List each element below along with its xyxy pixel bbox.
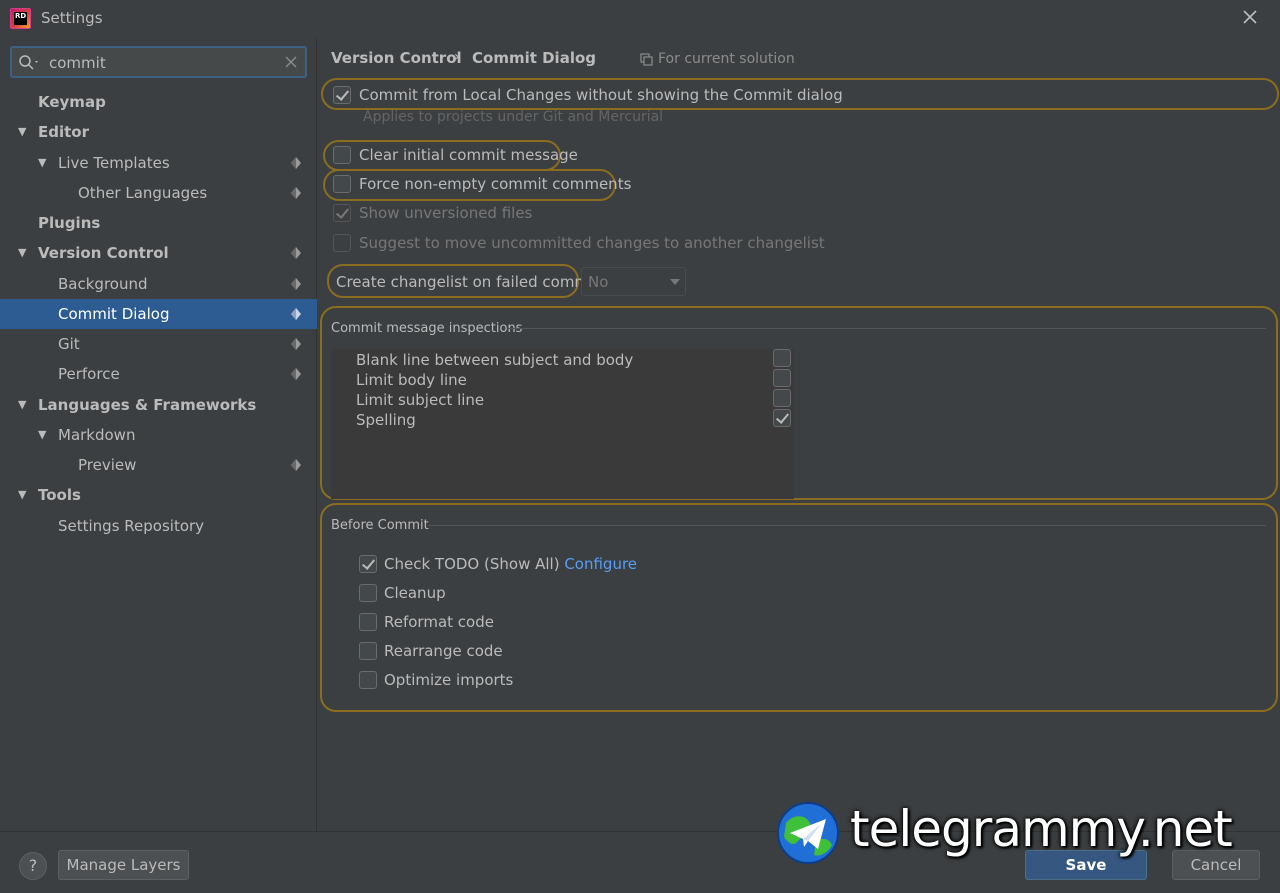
commit-local-changes-checkbox[interactable] — [333, 86, 351, 104]
cleanup-label[interactable]: Cleanup — [384, 584, 446, 602]
scope-label: For current solution — [640, 51, 795, 67]
expand-arrow-icon[interactable]: ▼ — [18, 489, 30, 501]
commit-local-changes-label[interactable]: Commit from Local Changes without showin… — [359, 86, 843, 104]
tree-item-live-templates[interactable]: ▼ Live Templates — [0, 148, 317, 178]
project-level-icon — [291, 338, 301, 350]
expand-arrow-icon[interactable]: ▼ — [38, 157, 50, 169]
configure-link[interactable]: Configure — [564, 555, 637, 573]
rearrange-code-checkbox[interactable] — [359, 642, 377, 660]
list-item[interactable]: Blank line between subject and body — [356, 351, 633, 369]
title-bar: RD Settings — [0, 0, 1280, 38]
watermark: telegrammy.net — [776, 800, 1276, 866]
clear-search-icon[interactable] — [283, 54, 299, 70]
group-divider — [508, 328, 1266, 329]
manage-layers-button[interactable]: Manage Layers — [58, 850, 189, 880]
force-nonempty-comments-label[interactable]: Force non-empty commit comments — [359, 175, 631, 193]
tree-item-settings-repository[interactable]: Settings Repository — [0, 511, 317, 541]
suggest-move-label[interactable]: Suggest to move uncommitted changes to a… — [359, 234, 825, 252]
tree-item-markdown[interactable]: ▼ Markdown — [0, 420, 317, 450]
expand-arrow-icon[interactable]: ▼ — [38, 429, 50, 441]
tree-item-other-languages[interactable]: Other Languages — [0, 178, 317, 208]
expand-arrow-icon[interactable]: ▼ — [18, 247, 30, 259]
before-commit-group-title: Before Commit — [331, 518, 429, 533]
inspections-group-title: Commit message inspections — [331, 321, 523, 336]
window-title: Settings — [41, 9, 103, 27]
copy-icon — [640, 52, 653, 66]
tree-item-keymap[interactable]: Keymap — [0, 87, 317, 117]
check-todo-label[interactable]: Check TODO (Show All) Configure — [384, 555, 637, 573]
inspection-checkbox[interactable] — [773, 369, 791, 387]
chevron-down-icon — [670, 279, 680, 285]
optimize-imports-label[interactable]: Optimize imports — [384, 671, 513, 689]
breadcrumb-separator: › — [454, 49, 460, 65]
search-value: commit — [49, 54, 106, 72]
inspections-list[interactable]: Blank line between subject and body Limi… — [331, 349, 794, 499]
project-level-icon — [291, 187, 301, 199]
search-input[interactable]: commit — [10, 46, 307, 78]
watermark-text: telegrammy.net — [850, 800, 1233, 858]
suggest-move-checkbox[interactable] — [333, 234, 351, 252]
cleanup-checkbox[interactable] — [359, 584, 377, 602]
project-level-icon — [291, 308, 301, 320]
tree-item-editor[interactable]: ▼ Editor — [0, 117, 317, 147]
check-todo-checkbox[interactable] — [359, 555, 377, 573]
show-unversioned-label[interactable]: Show unversioned files — [359, 204, 532, 222]
project-level-icon — [291, 247, 301, 259]
tree-item-languages-frameworks[interactable]: ▼ Languages & Frameworks — [0, 390, 317, 420]
list-item[interactable]: Spelling — [356, 411, 416, 429]
list-item[interactable]: Limit subject line — [356, 391, 484, 409]
inspection-checkbox[interactable] — [773, 349, 791, 367]
tree-item-perforce[interactable]: Perforce — [0, 359, 317, 389]
breadcrumb-current: Commit Dialog — [472, 49, 597, 67]
create-changelist-label: Create changelist on failed commit: — [336, 273, 605, 291]
expand-arrow-icon[interactable]: ▼ — [18, 399, 30, 411]
show-unversioned-checkbox[interactable] — [333, 204, 351, 222]
tree-item-background[interactable]: Background — [0, 269, 317, 299]
reformat-code-label[interactable]: Reformat code — [384, 613, 494, 631]
tree-item-commit-dialog[interactable]: Commit Dialog — [0, 299, 317, 329]
project-level-icon — [291, 368, 301, 380]
breadcrumb-parent[interactable]: Version Control — [331, 49, 462, 67]
tree-item-tools[interactable]: ▼ Tools — [0, 480, 317, 510]
search-icon — [19, 55, 38, 70]
expand-arrow-icon[interactable]: ▼ — [18, 126, 30, 138]
close-icon[interactable] — [1239, 6, 1261, 28]
rearrange-code-label[interactable]: Rearrange code — [384, 642, 503, 660]
optimize-imports-checkbox[interactable] — [359, 671, 377, 689]
inspection-checkbox[interactable] — [773, 409, 791, 427]
tree-item-git[interactable]: Git — [0, 329, 317, 359]
settings-sidebar: commit Keymap ▼ Editor ▼ Live Templates … — [0, 38, 317, 831]
project-level-icon — [291, 157, 301, 169]
telegram-globe-icon — [777, 802, 839, 864]
reformat-code-checkbox[interactable] — [359, 613, 377, 631]
project-level-icon — [291, 459, 301, 471]
project-level-icon — [291, 278, 301, 290]
clear-initial-message-label[interactable]: Clear initial commit message — [359, 146, 578, 164]
tree-item-preview[interactable]: Preview — [0, 450, 317, 480]
create-changelist-select[interactable]: No — [581, 267, 686, 296]
commit-local-changes-hint: Applies to projects under Git and Mercur… — [363, 109, 664, 125]
tree-item-version-control[interactable]: ▼ Version Control — [0, 238, 317, 268]
clear-initial-message-checkbox[interactable] — [333, 146, 351, 164]
settings-main-panel: Version Control › Commit Dialog For curr… — [318, 38, 1280, 831]
list-item[interactable]: Limit body line — [356, 371, 467, 389]
help-button[interactable]: ? — [19, 852, 47, 880]
group-divider — [428, 525, 1266, 526]
force-nonempty-comments-checkbox[interactable] — [333, 175, 351, 193]
tree-item-plugins[interactable]: Plugins — [0, 208, 317, 238]
inspection-checkbox[interactable] — [773, 389, 791, 407]
rider-logo-icon: RD — [10, 8, 31, 29]
